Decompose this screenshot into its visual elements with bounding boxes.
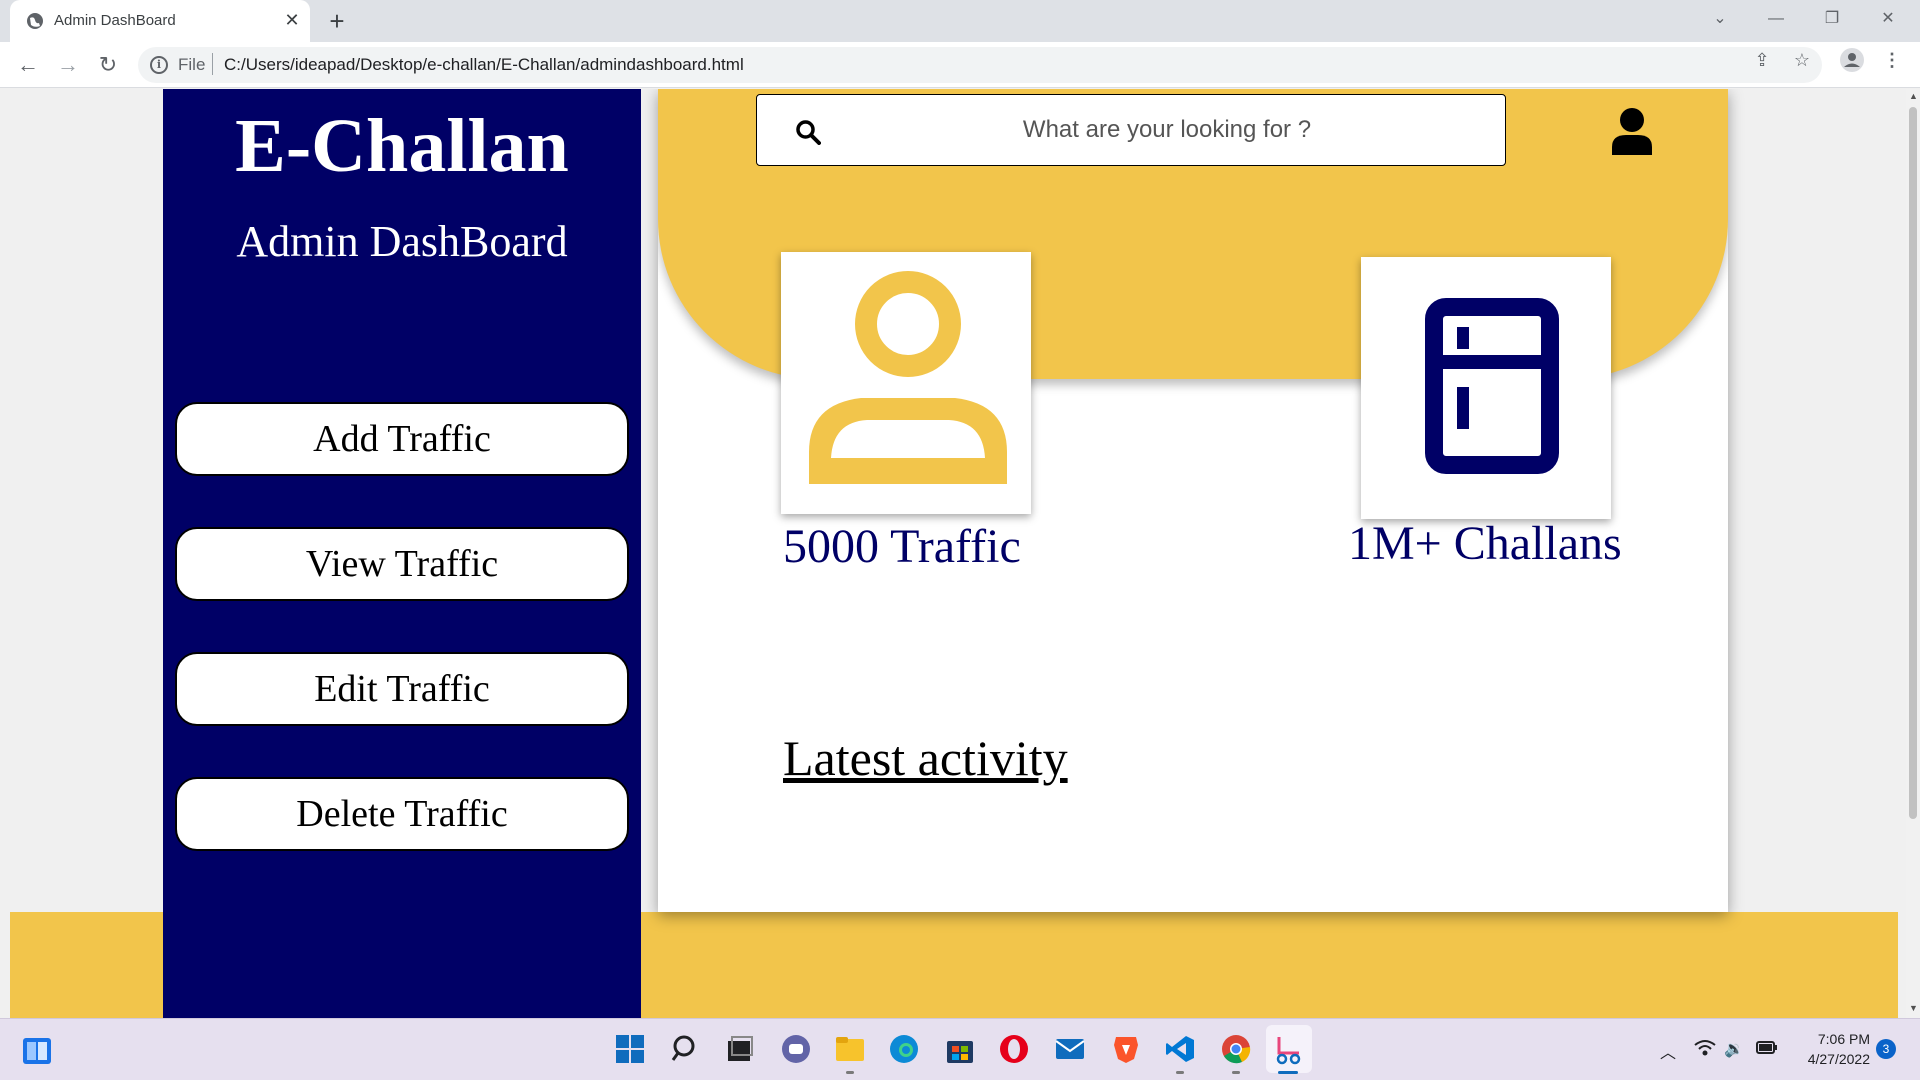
store-icon[interactable] xyxy=(944,1033,976,1065)
file-explorer-icon[interactable] xyxy=(834,1033,866,1065)
running-indicator xyxy=(1176,1071,1184,1074)
url-scheme: File xyxy=(178,55,206,74)
sidebar: E-Challan Admin DashBoard Add Traffic Vi… xyxy=(163,89,641,1018)
main-panel: 5000 Traffic 1M+ Challans Latest activit… xyxy=(658,89,1728,912)
latest-activity-heading[interactable]: Latest activity xyxy=(783,729,1068,787)
opera-icon[interactable] xyxy=(998,1033,1030,1065)
vertical-scrollbar[interactable]: ▲ ▼ xyxy=(1906,89,1920,1018)
reload-icon[interactable]: ↻ xyxy=(94,51,122,79)
page-viewport: E-Challan Admin DashBoard Add Traffic Vi… xyxy=(0,89,1906,1018)
scroll-down-icon[interactable]: ▼ xyxy=(1909,1003,1918,1013)
widgets-icon[interactable] xyxy=(22,1037,52,1065)
user-account-icon[interactable] xyxy=(1610,107,1654,155)
edge-icon[interactable] xyxy=(888,1033,920,1065)
system-clock[interactable]: 7:06 PM 4/27/2022 xyxy=(1790,1029,1870,1069)
globe-icon xyxy=(27,13,43,29)
task-view-icon[interactable] xyxy=(724,1033,756,1065)
browser-toolbar: ← → ↻ i File C:/Users/ideapad/Desktop/e-… xyxy=(0,42,1920,88)
volume-icon[interactable]: 🔉 xyxy=(1724,1039,1744,1059)
chrome-icon[interactable] xyxy=(1220,1033,1252,1065)
traffic-count: 5000 Traffic xyxy=(783,520,1021,573)
search-box[interactable] xyxy=(756,94,1506,166)
close-window-button[interactable]: ✕ xyxy=(1860,0,1916,38)
scroll-up-icon[interactable]: ▲ xyxy=(1909,91,1918,101)
tab-strip: Admin DashBoard ✕ + ⌄ — ❐ ✕ xyxy=(0,0,1920,42)
snipping-tool-icon[interactable] xyxy=(1273,1033,1305,1065)
scrollbar-thumb[interactable] xyxy=(1909,107,1917,819)
tab-title: Admin DashBoard xyxy=(54,12,176,29)
info-icon[interactable]: i xyxy=(150,56,168,74)
challans-count: 1M+ Challans xyxy=(1348,517,1622,570)
back-icon[interactable]: ← xyxy=(14,51,42,79)
url-separator xyxy=(212,53,213,75)
chevron-up-icon[interactable]: ︿ xyxy=(1660,1039,1676,1063)
profile-icon[interactable] xyxy=(1840,48,1864,72)
forward-icon[interactable]: → xyxy=(54,51,82,79)
taskbar: ︿ 🔉 7:06 PM 4/27/2022 3 xyxy=(0,1018,1920,1080)
notification-badge[interactable]: 3 xyxy=(1876,1039,1896,1059)
running-indicator xyxy=(846,1071,854,1074)
address-bar[interactable]: i File C:/Users/ideapad/Desktop/e-challa… xyxy=(138,47,1822,83)
search-taskbar-icon[interactable] xyxy=(670,1033,702,1065)
brand-title: E-Challan xyxy=(235,104,569,188)
start-icon[interactable] xyxy=(614,1033,646,1065)
restore-button[interactable]: ❐ xyxy=(1804,0,1860,38)
mail-icon[interactable] xyxy=(1054,1033,1086,1065)
star-icon[interactable]: ☆ xyxy=(1790,48,1814,72)
url-text[interactable]: C:/Users/ideapad/Desktop/e-challan/E-Cha… xyxy=(224,55,744,75)
challans-stat-card xyxy=(1361,257,1611,519)
fridge-icon xyxy=(1425,298,1559,474)
new-tab-button[interactable]: + xyxy=(322,6,352,36)
browser-tab[interactable]: Admin DashBoard ✕ xyxy=(10,0,310,42)
edit-traffic-button[interactable]: Edit Traffic xyxy=(175,652,629,726)
vscode-icon[interactable] xyxy=(1164,1033,1196,1065)
delete-traffic-button[interactable]: Delete Traffic xyxy=(175,777,629,851)
teams-chat-icon[interactable] xyxy=(780,1033,812,1065)
traffic-stat-card xyxy=(781,252,1031,514)
clock-time: 7:06 PM xyxy=(1817,1031,1870,1047)
share-icon[interactable]: ⇪ xyxy=(1750,48,1774,72)
running-indicator xyxy=(1232,1071,1240,1074)
add-traffic-button[interactable]: Add Traffic xyxy=(175,402,629,476)
view-traffic-button[interactable]: View Traffic xyxy=(175,527,629,601)
search-icon[interactable] xyxy=(795,119,821,145)
menu-icon[interactable]: ⋮ xyxy=(1880,48,1904,72)
tab-close-icon[interactable]: ✕ xyxy=(280,8,304,32)
dashboard-subtitle: Admin DashBoard xyxy=(236,217,568,266)
battery-icon[interactable] xyxy=(1756,1039,1778,1055)
tab-search-icon[interactable]: ⌄ xyxy=(1692,0,1748,38)
person-icon xyxy=(809,271,1007,484)
brave-icon[interactable] xyxy=(1110,1033,1142,1065)
minimize-button[interactable]: — xyxy=(1748,0,1804,38)
clock-date: 4/27/2022 xyxy=(1807,1051,1870,1067)
active-indicator xyxy=(1278,1071,1298,1074)
wifi-icon[interactable] xyxy=(1694,1039,1716,1057)
search-input[interactable] xyxy=(867,105,1467,155)
